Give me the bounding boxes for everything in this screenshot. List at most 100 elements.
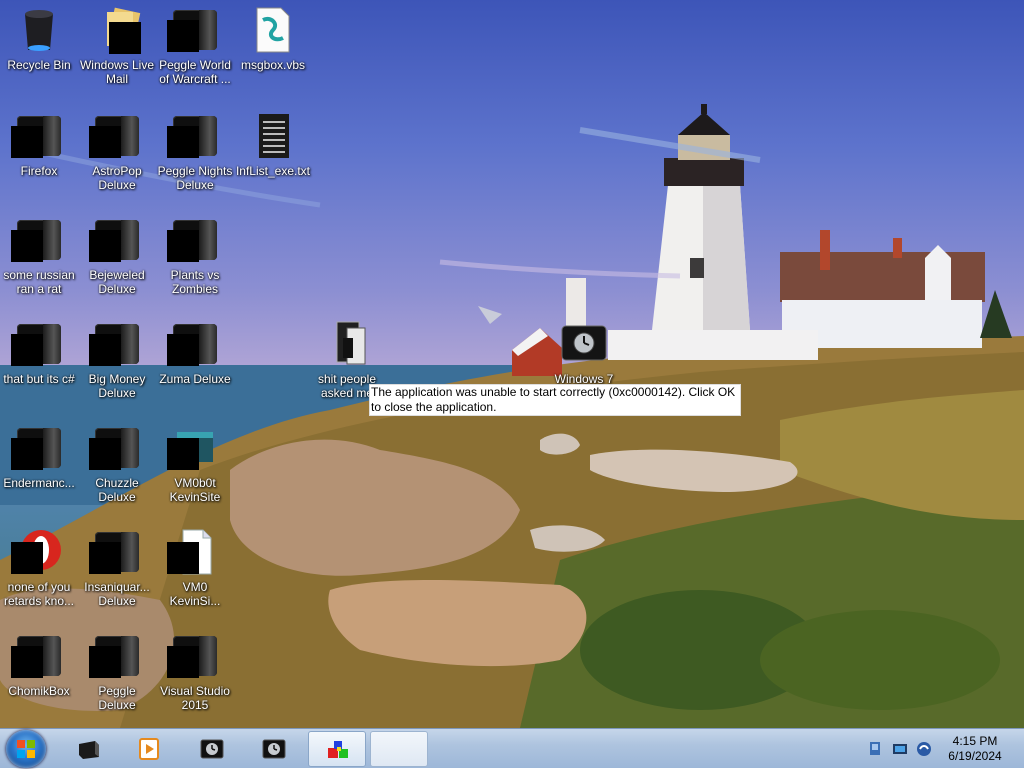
desktop-icon-peggle-deluxe[interactable]: Peggle Deluxe [78, 632, 156, 712]
shortcut-icon [89, 320, 141, 368]
redacted-block [89, 126, 121, 158]
redacted-block [11, 646, 43, 678]
icon-label: Plants vs Zombies [170, 268, 220, 296]
clock-app-icon [200, 739, 224, 759]
taskbar-button-blank-window[interactable] [370, 731, 428, 767]
icon-label: some russian ran a rat [3, 268, 75, 296]
clock-app-icon [560, 320, 608, 368]
desktop-icon-msgbox-vbs[interactable]: msgbox.vbs [234, 6, 312, 72]
shortcut-icon [89, 424, 141, 472]
desktop-icon-plants-vs-zombies[interactable]: Plants vs Zombies [156, 216, 234, 296]
error-message-text: The application was unable to start corr… [371, 385, 736, 414]
shortcut-icon [167, 320, 219, 368]
desktop-icon-windows-7[interactable]: Windows 7 [545, 320, 623, 386]
firefox-icon [11, 112, 63, 160]
windows-orb-icon [17, 740, 35, 758]
taskbar-button-clock-app-2[interactable] [245, 731, 303, 767]
shortcut-icon [89, 632, 141, 680]
taskbar: 4:15 PM 6/19/2024 [0, 728, 1024, 768]
taskbar-button-app-window[interactable] [60, 731, 118, 767]
clock-time: 4:15 PM [952, 734, 998, 748]
shortcut-icon [167, 216, 219, 264]
icon-label: Peggle Nights Deluxe [157, 164, 233, 192]
icon-label: Chuzzle Deluxe [95, 476, 139, 504]
display-icon[interactable] [868, 741, 884, 757]
desktop-icon-visual-studio-2015[interactable]: Visual Studio 2015 [156, 632, 234, 712]
desktop-icon-zuma-deluxe[interactable]: Zuma Deluxe [156, 320, 234, 386]
mail-app-icon [93, 6, 141, 54]
desktop-icon-inflist-exe-txt[interactable]: InfList_exe.txt [234, 112, 312, 178]
redacted-block [167, 542, 199, 574]
desktop-icon-insaniquarium-deluxe[interactable]: Insaniquar... Deluxe [78, 528, 156, 608]
desktop-icon-peggle-world-of-warcraft[interactable]: Peggle World of Warcraft ... [156, 6, 234, 86]
taskbar-clock[interactable]: 4:15 PM 6/19/2024 [930, 734, 1020, 764]
opera-icon [11, 528, 63, 576]
redacted-block [167, 438, 199, 470]
desktop-icon-recycle-bin[interactable]: Recycle Bin [0, 6, 78, 72]
network-icon[interactable] [892, 741, 908, 757]
desktop-icon-peggle-nights-deluxe[interactable]: Peggle Nights Deluxe [156, 112, 234, 192]
desktop-icon-none-of-you-retards-know[interactable]: none of you retards kno... [0, 528, 78, 608]
shortcut-icon [89, 112, 141, 160]
redacted-block [167, 230, 199, 262]
desktop-icon-windows-live-mail[interactable]: Windows Live Mail [78, 6, 156, 86]
redacted-block [11, 542, 43, 574]
taskbar-button-media-player[interactable] [120, 731, 178, 767]
shortcut-icon [11, 632, 63, 680]
desktop-icon-astropop-deluxe[interactable]: AstroPop Deluxe [78, 112, 156, 192]
shortcut-icon [89, 216, 141, 264]
redacted-block [167, 334, 199, 366]
desktop-icon-firefox[interactable]: Firefox [0, 112, 78, 178]
icon-label: Windows Live Mail [79, 58, 155, 86]
shortcut-icon [89, 528, 141, 576]
icon-label: that but its c# [3, 372, 75, 386]
icon-label: Firefox [20, 164, 58, 178]
colored-cubes-icon [328, 741, 348, 758]
redacted-block [11, 438, 43, 470]
icon-label: AstroPop Deluxe [92, 164, 142, 192]
icon-label: none of you retards kno... [3, 580, 75, 608]
media-player-icon [139, 738, 159, 760]
desktop-icon-that-but-its-csharp[interactable]: that but its c# [0, 320, 78, 386]
redacted-block [109, 22, 141, 54]
desktop-icon-vm0-kevinsite[interactable]: VM0 KevinSi... [156, 528, 234, 608]
error-message-box[interactable]: The application was unable to start corr… [369, 384, 741, 416]
icon-label: Insaniquar... Deluxe [84, 580, 150, 608]
icon-label: ChomikBox [8, 684, 70, 698]
start-button[interactable] [6, 730, 46, 768]
desktop[interactable]: Recycle Bin Windows Live Mail Peggle Wor… [0, 0, 1024, 728]
icon-label: Bejeweled Deluxe [89, 268, 145, 296]
icon-label: Peggle World of Warcraft ... [159, 58, 231, 86]
desktop-icon-vm0b0t-kevinsite[interactable]: VM0b0t KevinSite [156, 424, 234, 504]
desktop-icon-chomikbox[interactable]: ChomikBox [0, 632, 78, 698]
icon-label: Big Money Deluxe [88, 372, 146, 400]
redacted-block [11, 230, 43, 262]
taskbar-button-clock-app-1[interactable] [183, 731, 241, 767]
folder-icon [323, 320, 371, 368]
vbs-script-icon [249, 6, 297, 54]
shortcut-icon [11, 216, 63, 264]
icon-label: Zuma Deluxe [159, 372, 231, 386]
website-shortcut-icon [167, 424, 219, 472]
shortcut-icon [11, 424, 63, 472]
redacted-block [89, 646, 121, 678]
redacted-block [89, 334, 121, 366]
desktop-icon-some-russian-ran-a-rat[interactable]: some russian ran a rat [0, 216, 78, 296]
clock-date: 6/19/2024 [948, 749, 1002, 763]
desktop-icon-endermanch[interactable]: Endermanc... [0, 424, 78, 490]
text-file-icon [249, 112, 297, 160]
desktop-icon-chuzzle-deluxe[interactable]: Chuzzle Deluxe [78, 424, 156, 504]
desktop-icon-bejeweled-deluxe[interactable]: Bejeweled Deluxe [78, 216, 156, 296]
shortcut-icon [167, 6, 219, 54]
shortcut-icon [167, 112, 219, 160]
redacted-block [167, 20, 199, 52]
icon-label: VM0b0t KevinSite [169, 476, 221, 504]
desktop-icon-big-money-deluxe[interactable]: Big Money Deluxe [78, 320, 156, 400]
icon-label: Endermanc... [3, 476, 75, 490]
document-icon [167, 528, 219, 576]
redacted-block [167, 646, 199, 678]
taskbar-button-colored-cubes[interactable] [308, 731, 366, 767]
icon-label: VM0 KevinSi... [169, 580, 221, 608]
icon-label: Peggle Deluxe [98, 684, 136, 712]
app-window-icon [79, 741, 99, 759]
